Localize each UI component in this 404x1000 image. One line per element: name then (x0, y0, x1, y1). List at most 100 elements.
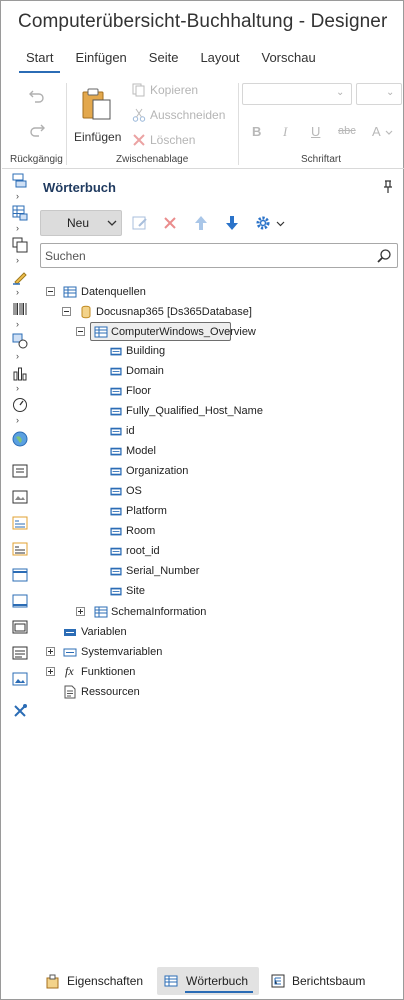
chevron-right-icon[interactable]: › (16, 352, 19, 361)
container-icon[interactable] (12, 237, 28, 253)
bold-button[interactable]: B (252, 124, 261, 139)
tree-node-schema[interactable]: SchemaInformation (111, 606, 206, 618)
barcode-icon[interactable] (12, 301, 28, 317)
tree-node-resources[interactable]: Ressourcen (81, 686, 140, 698)
tree-node-table[interactable]: ComputerWindows_Overview (111, 326, 256, 338)
text-box-icon[interactable] (12, 463, 28, 479)
rich-text-icon[interactable] (12, 515, 28, 531)
chevron-right-icon[interactable]: › (16, 416, 19, 425)
tab-einfuegen[interactable]: Einfügen (64, 49, 137, 73)
redo-icon[interactable] (28, 121, 46, 139)
tools-icon[interactable] (12, 703, 28, 719)
tree-node-data-sources[interactable]: Datenquellen (81, 286, 146, 298)
copy-icon (132, 83, 145, 97)
copy-button[interactable]: Kopieren (132, 79, 198, 101)
chevron-right-icon[interactable]: › (16, 320, 19, 329)
font-size-combo[interactable]: ⌄ (356, 83, 402, 105)
function-icon: fx (65, 664, 74, 678)
column-icon (110, 507, 122, 516)
text-icon[interactable] (12, 645, 28, 661)
tree-node-column[interactable]: id (126, 425, 135, 437)
column-icon (110, 587, 122, 596)
table-band-icon[interactable] (12, 205, 28, 221)
tree-node-column[interactable]: Platform (126, 505, 167, 517)
chevron-right-icon[interactable]: › (16, 256, 19, 265)
scissors-icon (132, 108, 146, 122)
chevron-right-icon[interactable]: › (16, 224, 19, 233)
strikethrough-button[interactable]: abc (338, 125, 356, 137)
move-down-icon[interactable] (223, 214, 241, 232)
image-band-icon[interactable] (12, 489, 28, 505)
active-tab-underline (185, 991, 253, 993)
expand-toggle[interactable] (46, 667, 55, 676)
collapse-toggle[interactable] (76, 327, 85, 336)
tree-node-column[interactable]: Serial_Number (126, 565, 199, 577)
expand-toggle[interactable] (76, 607, 85, 616)
chevron-right-icon[interactable]: › (16, 288, 19, 297)
column-icon (110, 367, 122, 376)
search-input[interactable] (45, 247, 365, 264)
gauge-icon[interactable] (12, 397, 28, 413)
picture-icon[interactable] (12, 671, 28, 687)
pen-icon[interactable] (12, 269, 28, 285)
undo-icon[interactable] (28, 87, 46, 105)
shape-icon[interactable] (12, 333, 28, 349)
tree-node-column[interactable]: Fully_Qualified_Host_Name (126, 405, 263, 417)
tree-node-column[interactable]: Site (126, 585, 145, 597)
column-icon (110, 427, 122, 436)
underline-button[interactable]: U (311, 124, 320, 139)
chevron-down-icon[interactable] (385, 129, 393, 137)
tree-node-system-variables[interactable]: Systemvariablen (81, 646, 162, 658)
tree-node-column[interactable]: Domain (126, 365, 164, 377)
tab-seite[interactable]: Seite (138, 49, 190, 73)
subreport-icon[interactable] (12, 541, 28, 557)
collapse-toggle[interactable] (46, 287, 55, 296)
globe-icon[interactable] (12, 431, 28, 447)
ribbon-separator (66, 83, 67, 165)
window-icon[interactable] (12, 619, 28, 635)
tree-node-column[interactable]: Model (126, 445, 156, 457)
tree-node-column[interactable]: Room (126, 525, 155, 537)
new-button[interactable]: Neu (40, 210, 122, 236)
tab-dictionary[interactable]: Wörterbuch (157, 967, 259, 995)
tab-report-tree-label: Berichtsbaum (292, 974, 366, 988)
panel-icon[interactable] (12, 567, 28, 583)
tab-vorschau[interactable]: Vorschau (250, 49, 326, 73)
delete-button[interactable]: Löschen (132, 129, 195, 151)
tab-report-tree[interactable]: Berichtsbaum (266, 967, 376, 995)
move-up-icon[interactable] (192, 214, 210, 232)
chevron-right-icon[interactable]: › (16, 192, 19, 201)
search-icon[interactable] (376, 248, 392, 264)
edit-icon[interactable] (131, 214, 149, 232)
tab-start[interactable]: Start (15, 49, 64, 73)
collapse-toggle[interactable] (62, 307, 71, 316)
font-color-button[interactable]: A (372, 124, 381, 139)
chevron-right-icon[interactable]: › (16, 384, 19, 393)
tree-node-database[interactable]: Docusnap365 [Ds365Database] (96, 306, 252, 318)
ribbon-tabs: Start Einfügen Seite Layout Vorschau (15, 49, 327, 73)
tree-node-column[interactable]: Building (126, 345, 165, 357)
tree-node-column[interactable]: OS (126, 485, 142, 497)
cut-button[interactable]: Ausschneiden (132, 104, 225, 126)
tree-node-functions[interactable]: Funktionen (81, 666, 135, 678)
band-icon[interactable] (12, 173, 28, 189)
tree-node-variables[interactable]: Variablen (81, 626, 127, 638)
footer-band-icon[interactable] (12, 593, 28, 609)
italic-button[interactable]: I (283, 124, 287, 140)
tree-node-column[interactable]: root_id (126, 545, 160, 557)
tab-layout[interactable]: Layout (189, 49, 250, 73)
new-button-label: Neu (67, 216, 90, 230)
properties-icon (46, 974, 59, 989)
tree-node-column[interactable]: Organization (126, 465, 188, 477)
paste-button[interactable]: Einfügen (72, 85, 124, 151)
tab-properties[interactable]: Eigenschaften (40, 967, 150, 995)
cut-label: Ausschneiden (150, 108, 226, 122)
font-family-combo[interactable]: ⌄ (242, 83, 352, 105)
pin-icon[interactable] (382, 180, 394, 194)
chart-icon[interactable] (12, 365, 28, 381)
delete-icon[interactable] (161, 214, 179, 232)
tree-node-column[interactable]: Floor (126, 385, 151, 397)
gear-icon[interactable] (254, 214, 272, 232)
chevron-down-icon[interactable] (276, 219, 285, 228)
expand-toggle[interactable] (46, 647, 55, 656)
